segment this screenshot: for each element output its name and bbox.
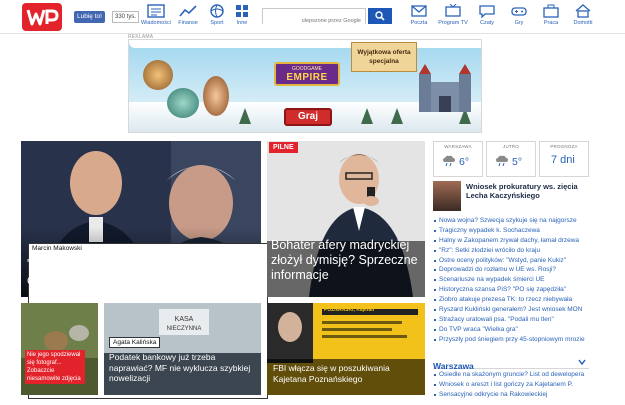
search-icon <box>375 11 385 21</box>
news-icon <box>147 4 165 18</box>
list-item[interactable]: Halny w Zakopanem zrywał dachy, łamał dr… <box>433 236 593 246</box>
news-list: Nowa wojna? Szwecja szykuje się na najgo… <box>433 216 593 345</box>
ad-banner[interactable]: GOODGAME EMPIRE Wyjątkowa oferta specjal… <box>128 39 482 133</box>
nav-mail[interactable]: Poczta <box>402 4 436 26</box>
weather-forecast[interactable]: PROGNOZA 7 dni <box>539 141 589 177</box>
second-title[interactable]: Bohater afery madryckiej złożył dymisję?… <box>271 238 421 283</box>
briefcase-icon <box>543 4 559 18</box>
list-item[interactable]: "Rz": Setki złodziei wróciło do kraju <box>433 246 593 256</box>
nav-other[interactable]: Inne <box>226 4 258 26</box>
chart-icon <box>179 5 197 17</box>
list-item[interactable]: Tragiczny wypadek k. Sochaczewa <box>433 226 593 236</box>
gamepad-icon <box>511 7 527 16</box>
ad-tree <box>361 108 373 124</box>
list-item[interactable]: Wniosek o areszt i list gończy za Kajeta… <box>433 380 593 390</box>
ad-character <box>143 60 173 90</box>
ad-character <box>203 76 229 116</box>
urgent-badge: PILNE <box>269 142 298 153</box>
list-item[interactable]: Doprowadzi do rozłamu w UE ws. Rosji? <box>433 265 593 275</box>
mail-icon <box>411 5 427 17</box>
weather-forecast-value: 7 dni <box>551 154 575 166</box>
ad-castle-image <box>419 64 471 112</box>
bottom-story-2-title[interactable]: Podatek bankowy już trzeba naprawiać? MF… <box>109 352 257 384</box>
list-item[interactable]: Nowa wojna? Szwecja szykuje się na najgo… <box>433 216 593 226</box>
list-item[interactable]: Ziobro atakuje prezesa TK: to rzecz nieb… <box>433 295 593 305</box>
nav-jobs[interactable]: Praca <box>534 4 568 26</box>
nav-news[interactable]: Wiadomości <box>140 4 172 26</box>
search-field[interactable] <box>262 8 366 28</box>
ad-snow <box>129 40 481 48</box>
nav-finance[interactable]: Finanse <box>172 4 204 26</box>
fb-like-count: 330 tys. <box>112 11 140 23</box>
list-item[interactable]: Strażacy uratowali psa. "Podali mu tlen" <box>433 315 593 325</box>
chevron-down-icon[interactable] <box>578 358 586 366</box>
nav-domotti[interactable]: Domotti <box>566 4 600 26</box>
tv-icon <box>445 4 461 17</box>
nav-mail-label: Poczta <box>410 20 428 26</box>
svg-text:KASA: KASA <box>175 316 194 323</box>
chat-icon <box>479 5 495 18</box>
search-button[interactable] <box>368 8 392 24</box>
nav-finance-label: Finanse <box>178 20 198 26</box>
weather-today-value: 6° <box>459 156 470 168</box>
local-section-header[interactable]: Warszawa <box>433 356 589 371</box>
top-bar: Lubię to! 330 tys. Wiadomości Finanse Sp… <box>0 0 625 34</box>
svg-text:NIECZYNNA: NIECZYNNA <box>167 326 202 332</box>
weather-tomorrow[interactable]: JUTRO 5° <box>486 141 536 177</box>
list-item[interactable]: Do TVP wraca "Wielka gra" <box>433 325 593 335</box>
nav-tv[interactable]: Program TV <box>436 4 470 26</box>
fb-like-button[interactable]: Lubię to! <box>74 11 105 23</box>
ad-tree <box>239 108 251 124</box>
nav-chat[interactable]: Czaty <box>470 4 504 26</box>
nav-news-label: Wiadomości <box>141 20 171 26</box>
weather-today-label: WARSZAWA <box>444 144 472 149</box>
bottom-story-1-title[interactable]: Nie jego spodziewał się fotograf... Zoba… <box>25 350 85 384</box>
bottom-story-2-tag[interactable]: Agata Kalińska <box>109 337 161 348</box>
ad-offer: Wyjątkowa oferta specjalna <box>351 42 417 72</box>
page: Lubię to! 330 tys. Wiadomości Finanse Sp… <box>0 0 625 405</box>
weather-tomorrow-label: JUTRO <box>503 144 519 149</box>
ad-character <box>167 88 199 118</box>
nav-tv-label: Program TV <box>438 20 468 26</box>
side-top-title[interactable]: Wniosek prokuratury ws. zięcia Lecha Kac… <box>466 182 588 200</box>
side-top-thumbnail[interactable] <box>433 181 461 211</box>
weather-today[interactable]: WARSZAWA 6° <box>433 141 483 177</box>
nav-jobs-label: Praca <box>543 20 559 26</box>
local-news-list: Osiedle na skażonym gruncie? List od dew… <box>433 370 593 400</box>
cloud-rain-icon <box>443 155 455 167</box>
list-item[interactable]: Przyszły pod śniegiem przy 45-stopniowym… <box>433 335 593 345</box>
lead-title[interactable]: "Nie tak to miało wyglądać". Publicysta … <box>27 257 252 288</box>
list-item[interactable]: Scenariusze na wypadek śmierci UE <box>433 275 593 285</box>
nav-sport-label: Sport <box>210 20 224 26</box>
ad-play-button[interactable]: Graj <box>284 108 332 126</box>
cloud-rain-icon <box>496 155 508 167</box>
bottom-story-3-title[interactable]: FBI włącza się w poszukiwania Kajetana P… <box>273 363 423 384</box>
list-item[interactable]: Osiedle na skażonym gruncie? List od dew… <box>433 370 593 380</box>
ad-tree <box>391 108 403 124</box>
bottom-story-3-doc-name: POZNANSKI, Kajetan <box>324 307 375 313</box>
ad-game-logo: GOODGAME EMPIRE <box>274 62 340 86</box>
nav-domotti-label: Domotti <box>573 20 593 26</box>
ball-icon <box>210 4 224 18</box>
wp-logo[interactable] <box>22 3 62 31</box>
nav-other-label: Inne <box>236 20 248 26</box>
grid-icon <box>236 5 248 17</box>
list-item[interactable]: Ostre oceny polityków: "Wstyd, panie Kuk… <box>433 256 593 266</box>
weather-widget[interactable]: WARSZAWA 6° JUTRO 5° PROGNOZA 7 dni <box>433 141 589 177</box>
weather-forecast-label: PROGNOZA <box>550 144 578 149</box>
weather-tomorrow-value: 5° <box>512 156 523 168</box>
list-item[interactable]: Sensacyjne odkrycie na Rakowieckiej <box>433 390 593 400</box>
nav-games[interactable]: Gry <box>502 4 536 26</box>
nav-chat-label: Czaty <box>479 20 495 26</box>
list-item[interactable]: Historyczna szansa PiS? "PO się zapędził… <box>433 285 593 295</box>
ad-game-big: EMPIRE <box>286 71 328 83</box>
house-icon <box>575 4 591 18</box>
search-input[interactable] <box>263 14 365 28</box>
list-item[interactable]: Ryszard Kukliński generałem? Jest wniose… <box>433 305 593 315</box>
nav-games-label: Gry <box>514 20 524 26</box>
